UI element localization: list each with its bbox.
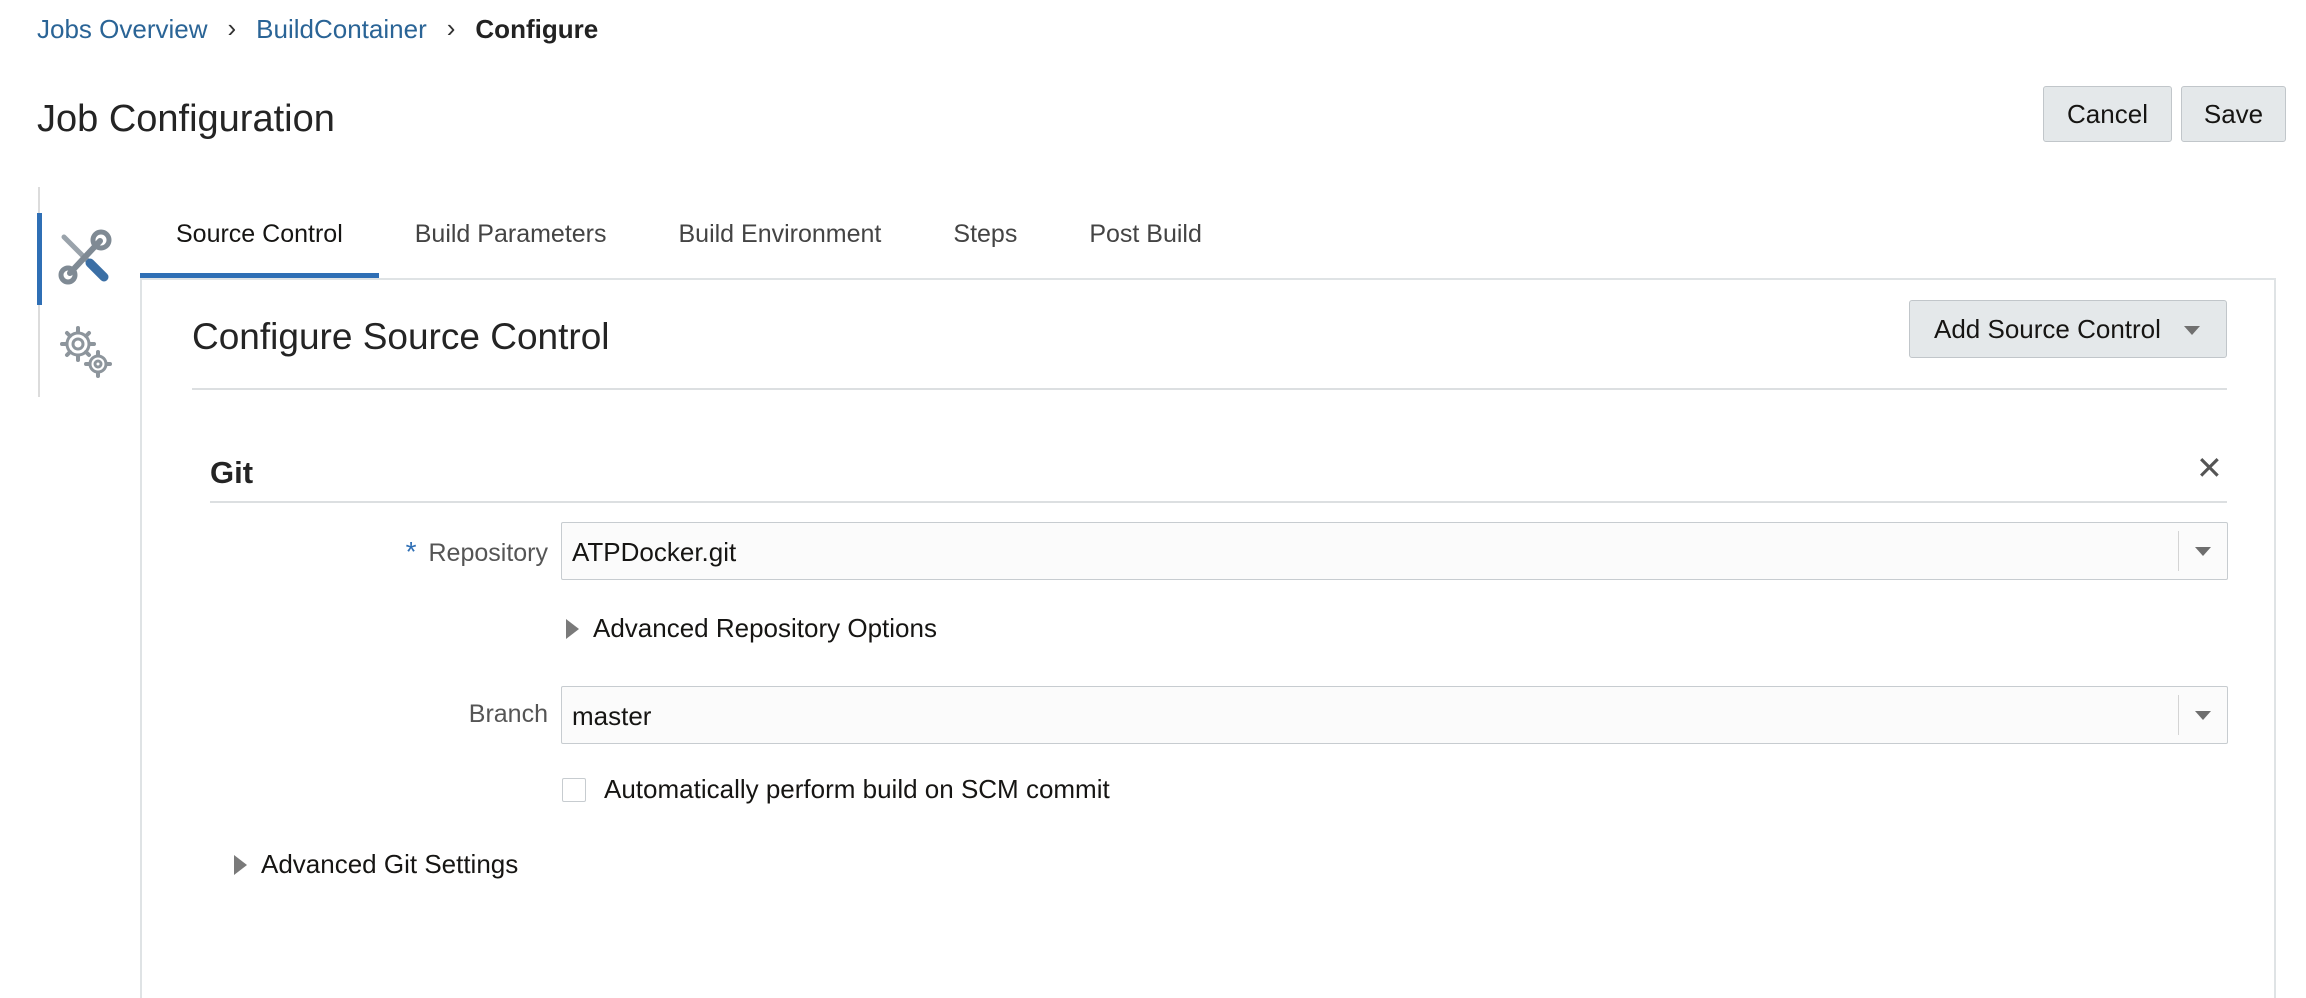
save-button[interactable]: Save (2181, 86, 2286, 142)
chevron-down-icon (2184, 326, 2200, 335)
chevron-down-icon[interactable] (2195, 547, 2211, 556)
auto-build-option: Automatically perform build on SCM commi… (562, 774, 1110, 805)
tab-bar: Source Control Build Parameters Build En… (140, 214, 1238, 278)
advanced-repository-options-label: Advanced Repository Options (593, 613, 937, 643)
source-control-panel (140, 278, 2276, 998)
branch-label: Branch (468, 700, 548, 728)
advanced-git-settings-label: Advanced Git Settings (261, 849, 519, 879)
tab-build-parameters[interactable]: Build Parameters (379, 214, 643, 278)
branch-select[interactable]: master (561, 686, 2228, 744)
add-source-control-button[interactable]: Add Source Control (1909, 300, 2227, 358)
close-icon[interactable]: ✕ (2196, 452, 2223, 484)
section-divider (192, 388, 2227, 390)
branch-value: master (572, 701, 652, 731)
repository-select[interactable]: ATPDocker.git (561, 522, 2228, 580)
gears-icon[interactable] (54, 320, 114, 380)
side-nav-active-indicator (37, 213, 42, 305)
advanced-git-settings-toggle[interactable]: Advanced Git Settings (234, 849, 518, 880)
page-title: Job Configuration (37, 98, 335, 140)
breadcrumb-separator: › (227, 12, 237, 43)
repository-label: Repository (428, 539, 549, 567)
repository-value: ATPDocker.git (572, 537, 737, 567)
chevron-right-icon (234, 854, 247, 875)
required-marker: * (405, 536, 417, 567)
breadcrumb-current: Configure (475, 13, 599, 44)
chevron-right-icon (566, 618, 579, 639)
auto-build-label[interactable]: Automatically perform build on SCM commi… (604, 774, 1110, 805)
breadcrumb-jobs-overview[interactable]: Jobs Overview (37, 14, 208, 45)
git-divider (210, 501, 2227, 503)
chevron-down-icon[interactable] (2195, 711, 2211, 720)
section-title: Configure Source Control (192, 316, 610, 357)
git-section-title: Git (210, 455, 254, 490)
tools-icon[interactable] (54, 229, 114, 289)
breadcrumb-build-container[interactable]: BuildContainer (256, 14, 427, 45)
cancel-button[interactable]: Cancel (2043, 86, 2172, 142)
tab-post-build[interactable]: Post Build (1053, 214, 1238, 278)
add-source-control-label: Add Source Control (1934, 313, 2161, 344)
auto-build-checkbox[interactable] (562, 777, 586, 802)
tab-build-environment[interactable]: Build Environment (643, 214, 918, 278)
tab-steps[interactable]: Steps (917, 214, 1053, 278)
breadcrumb-separator: › (446, 12, 456, 43)
tab-source-control[interactable]: Source Control (140, 214, 379, 278)
repository-label-group: * Repository (396, 536, 548, 568)
advanced-repository-options-toggle[interactable]: Advanced Repository Options (566, 613, 937, 644)
select-separator (2178, 695, 2179, 735)
select-separator (2178, 531, 2179, 571)
breadcrumb: Jobs Overview › BuildContainer › Configu… (37, 12, 598, 46)
